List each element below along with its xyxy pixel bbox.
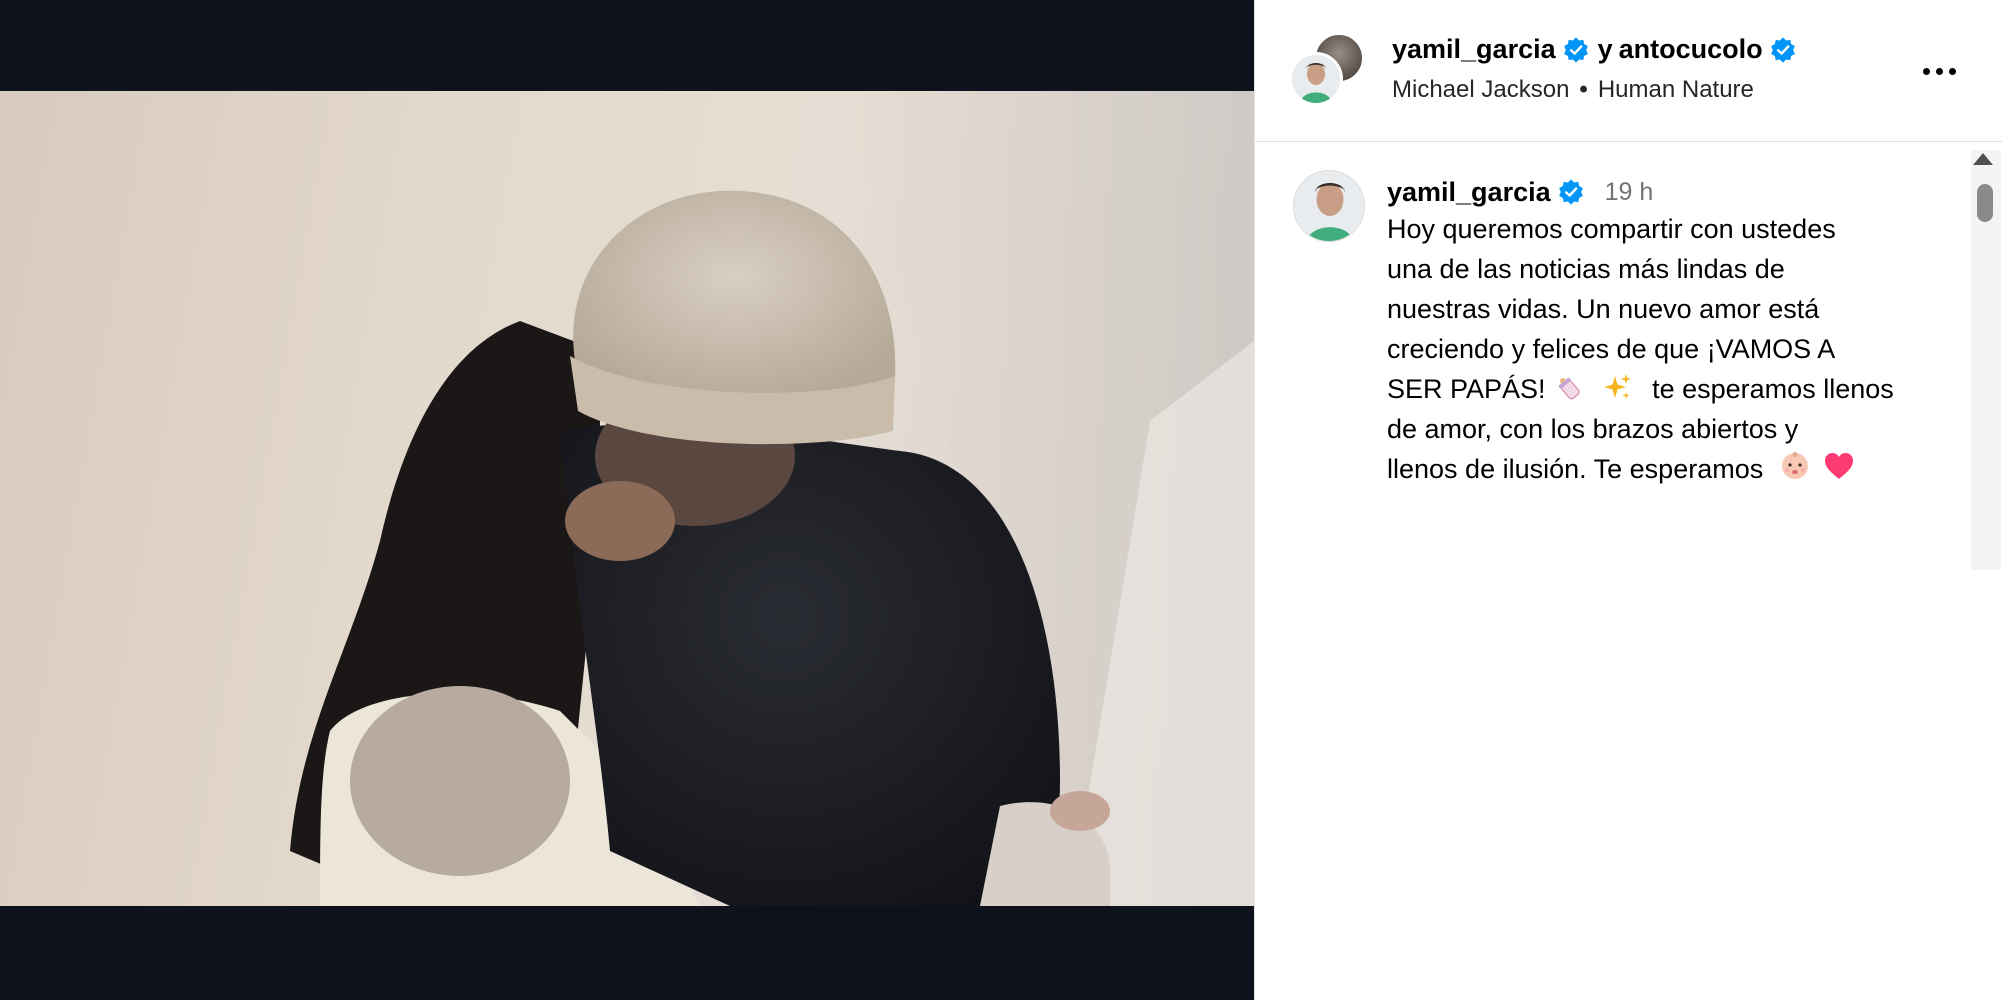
- dot-icon: [1935, 67, 1943, 75]
- caption-line-part: llenos de ilusión. Te esperamos: [1387, 454, 1764, 484]
- author-line: yamil_garcia y antocucolo: [1392, 34, 1797, 65]
- caption-author-avatar-image: [1294, 171, 1364, 241]
- video-frame: [290, 91, 1254, 906]
- author-avatar-image: [1292, 55, 1340, 103]
- caption-text: Hoy queremos compartir con ustedes una d…: [1387, 209, 1927, 489]
- caption-line: una de las noticias más lindas de: [1387, 254, 1785, 284]
- caption-line-with-emojis: SER PAPÁS! te esperamos llenos: [1387, 369, 1927, 409]
- heart-icon: [1825, 453, 1854, 479]
- dot-icon: [1922, 67, 1930, 75]
- caption-line: creciendo y felices de que ¡VAMOS A: [1387, 334, 1836, 364]
- audio-separator: •: [1579, 76, 1588, 103]
- scrollbar-thumb[interactable]: [1977, 184, 1993, 222]
- caption-line-with-emojis: llenos de ilusión. Te esperamos: [1387, 449, 1927, 489]
- comments-section: yamil_garcia 19 h Hoy queremos compartir…: [1255, 142, 2002, 1000]
- caption-line: Hoy queremos compartir con ustedes: [1387, 214, 1836, 244]
- collab-avatars[interactable]: [1289, 32, 1365, 108]
- baby-bottle-icon: [1558, 377, 1580, 400]
- caption-author-username[interactable]: yamil_garcia: [1387, 177, 1551, 208]
- caption-line-part: SER PAPÁS!: [1387, 374, 1546, 404]
- caption-body: yamil_garcia 19 h Hoy queremos compartir…: [1387, 170, 1927, 489]
- dot-icon: [1948, 67, 1956, 75]
- author-username[interactable]: yamil_garcia: [1392, 34, 1556, 65]
- audio-track[interactable]: Human Nature: [1598, 76, 1754, 104]
- caption-head: yamil_garcia 19 h: [1387, 175, 1927, 209]
- post-header: yamil_garcia y antocucolo Michael Jackso…: [1255, 0, 2002, 142]
- verified-badge-icon: [1563, 36, 1588, 63]
- caption-line-part: te esperamos llenos: [1652, 374, 1894, 404]
- verified-badge-icon: [1770, 36, 1795, 63]
- post-details-panel: yamil_garcia y antocucolo Michael Jackso…: [1254, 0, 2002, 1000]
- caption-line: de amor, con los brazos abiertos y: [1387, 414, 1799, 444]
- post-video[interactable]: [0, 91, 1254, 906]
- author-avatar[interactable]: [1289, 52, 1343, 106]
- caption-line: nuestras vidas. Un nuevo amor está: [1387, 294, 1820, 324]
- verified-badge-icon: [1558, 179, 1583, 205]
- scroll-up-arrow-icon[interactable]: [1973, 153, 1993, 165]
- coauthor-username[interactable]: antocucolo: [1619, 34, 1763, 65]
- caption-author-avatar[interactable]: [1293, 170, 1365, 242]
- baby-icon: [1781, 452, 1808, 479]
- audio-attribution[interactable]: Michael Jackson • Human Nature: [1392, 76, 1754, 104]
- more-options-icon[interactable]: [1915, 55, 1963, 87]
- audio-artist[interactable]: Michael Jackson: [1392, 76, 1569, 104]
- collab-joiner: y: [1597, 34, 1613, 64]
- sparkles-icon: [1603, 374, 1631, 399]
- media-viewer: [0, 0, 1254, 1000]
- caption-timestamp[interactable]: 19 h: [1605, 178, 1654, 207]
